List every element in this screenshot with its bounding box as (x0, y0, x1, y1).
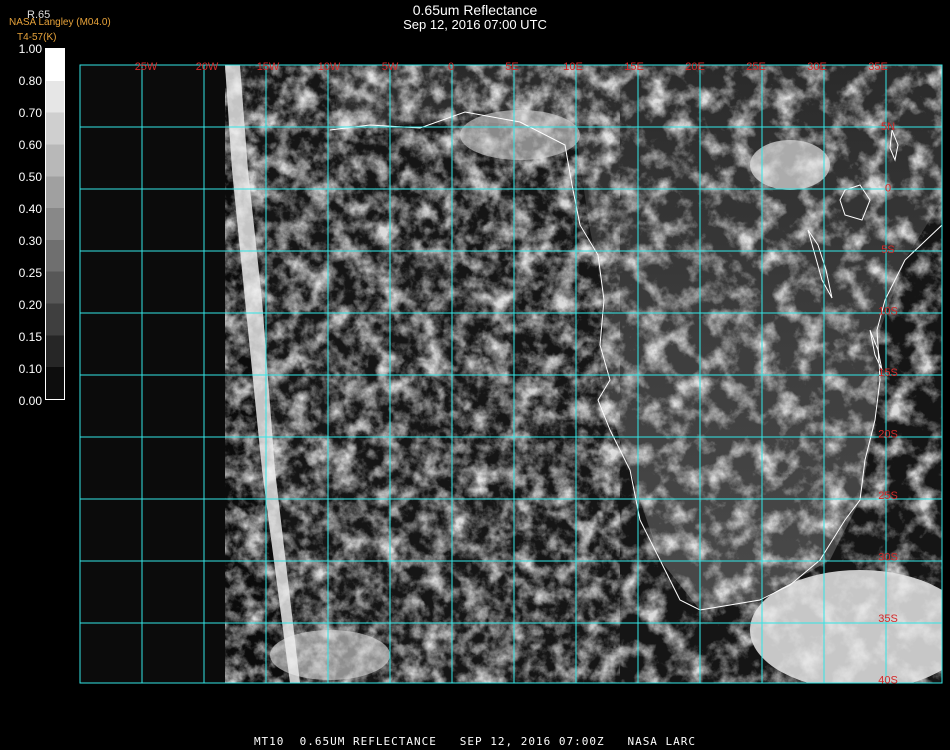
lon-label: 10W (318, 61, 341, 73)
lat-label: 30S (878, 552, 898, 564)
lat-label: 25S (878, 490, 898, 502)
colorbar-tick-label: 0.70 (18, 106, 42, 120)
lat-label: 20S (878, 429, 898, 441)
coast-fragment (256, 44, 268, 62)
lat-label: 0 (885, 183, 891, 195)
credit-text: NASA Langley (M04.0) (9, 17, 111, 28)
lat-label: 40S (878, 675, 898, 687)
footer-caption: MT10 0.65UM REFLECTANCE SEP 12, 2016 07:… (253, 735, 697, 748)
lat-label: 35S (878, 613, 898, 625)
lon-label: 15W (257, 61, 280, 73)
lat-label: 5N (881, 121, 895, 133)
lon-label: 25E (746, 61, 766, 73)
cloud-band-north (460, 110, 580, 160)
colorbar (45, 48, 65, 400)
lon-label: 5W (382, 61, 399, 73)
lat-label: 15S (878, 367, 898, 379)
map-timestamp: Sep 12, 2016 07:00 UTC (403, 17, 547, 32)
colorbar-tick-label: 0.20 (18, 298, 42, 312)
colorbar-tick-label: 0.40 (18, 202, 42, 216)
colorbar-tick-label: 0.60 (18, 138, 42, 152)
lon-label: 20E (685, 61, 705, 73)
colorbar-tick-label: 1.00 (18, 42, 42, 56)
colorbar-tick-label: 0.80 (18, 74, 42, 88)
colorbar-tick-label: 0.10 (18, 362, 42, 376)
colorbar-tick-label: 0.15 (18, 330, 42, 344)
imagery-layer (80, 44, 942, 683)
colorbar-tick-label: 0.30 (18, 234, 42, 248)
lon-label: 5E (505, 61, 518, 73)
lat-label: 5S (881, 244, 894, 256)
lon-label: 0 (448, 61, 454, 73)
lon-label: 15E (624, 61, 644, 73)
colorbar-tick-label: 0.25 (18, 266, 42, 280)
lat-label: 10S (878, 306, 898, 318)
lon-label: 10E (563, 61, 583, 73)
lon-label: 20W (196, 61, 219, 73)
lon-label: 35E (868, 61, 888, 73)
map-title: 0.65um Reflectance (412, 2, 538, 18)
colorbar-tick-label: 0.50 (18, 170, 42, 184)
colorbar-tick-label: 0.00 (18, 394, 42, 408)
lon-label: 25W (135, 61, 158, 73)
lon-label: 30E (807, 61, 827, 73)
satellite-map: 25W 20W 15W 10W 5W 0 5E 10E 15E 20E 25E 30E 35E 5N 0 5… (79, 44, 943, 687)
